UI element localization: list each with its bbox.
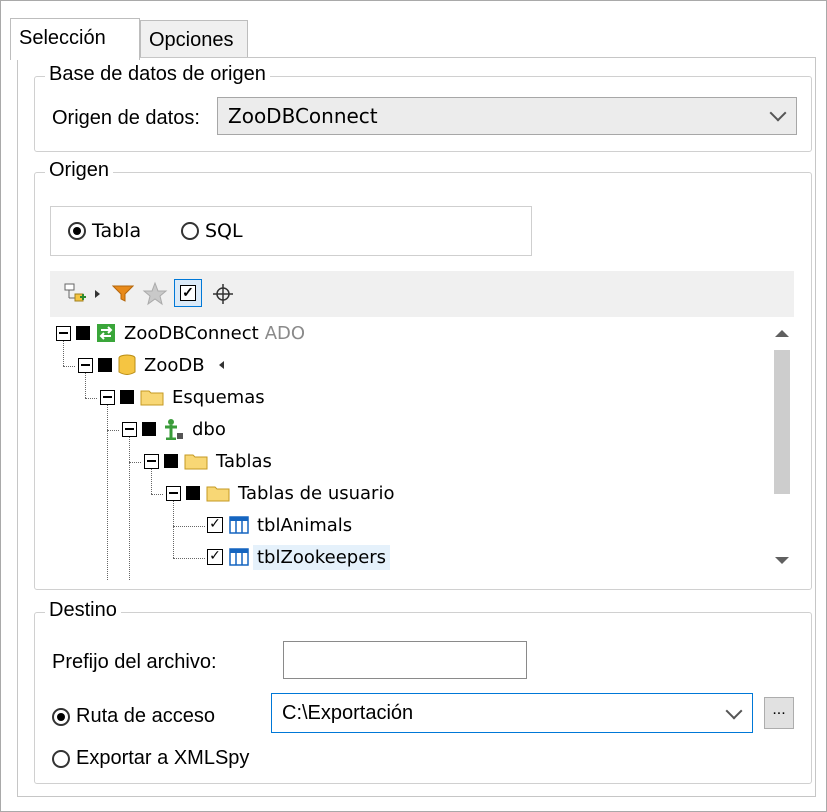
group-legend: Destino xyxy=(45,599,121,622)
connection-type-label: ADO xyxy=(264,322,306,344)
tree-node-label: ZooDBConnect xyxy=(124,322,259,344)
tree-scrollbar[interactable] xyxy=(770,318,794,580)
collapse-arrow-icon[interactable] xyxy=(217,360,225,370)
source-db-group: Base de datos de origen Origen de datos:… xyxy=(34,63,812,152)
browse-button[interactable]: ... xyxy=(764,697,794,729)
tree-node-tables[interactable]: Tablas xyxy=(144,446,272,476)
chevron-down-icon[interactable] xyxy=(725,702,743,720)
tab-label: Opciones xyxy=(149,29,234,51)
locate-icon[interactable] xyxy=(212,283,234,305)
origin-group: Origen Tabla SQL ✓ ZooDBConnect ADO ZooD… xyxy=(34,159,812,590)
tree-node-label: tblAnimals xyxy=(257,514,353,536)
tree-node-schemas[interactable]: Esquemas xyxy=(100,382,265,412)
radio-path[interactable]: Ruta de acceso xyxy=(52,705,215,728)
path-value: C:\Exportación xyxy=(282,702,414,724)
tree-node-table-animals[interactable]: ✓ tblAnimals xyxy=(207,510,352,540)
tree-node-label: Tablas de usuario xyxy=(238,482,395,504)
collapse-icon[interactable] xyxy=(56,325,71,341)
radio-label: Tabla xyxy=(92,220,142,242)
collapse-icon[interactable] xyxy=(166,485,181,501)
tree-node-label: tblZookeepers xyxy=(253,544,391,570)
tree-node-label: Esquemas xyxy=(172,386,265,408)
tree-node-connection[interactable]: ZooDBConnect ADO xyxy=(56,318,305,348)
data-source-value: ZooDBConnect xyxy=(228,104,378,128)
collapse-icon[interactable] xyxy=(122,421,137,437)
radio-unchecked-icon xyxy=(52,749,70,768)
partial-check-icon[interactable] xyxy=(186,486,200,500)
favorites-star-icon[interactable] xyxy=(142,281,168,307)
checked-only-toggle[interactable]: ✓ xyxy=(174,279,202,307)
checkbox-icon: ✓ xyxy=(180,285,196,301)
radio-tabla[interactable]: Tabla xyxy=(68,220,141,242)
file-prefix-label: Prefijo del archivo: xyxy=(52,651,217,673)
checkbox-icon[interactable]: ✓ xyxy=(207,517,223,533)
tree-node-database[interactable]: ZooDB xyxy=(78,350,225,380)
radio-checked-icon xyxy=(52,707,70,726)
file-prefix-input[interactable] xyxy=(283,641,527,679)
radio-label: Ruta de acceso xyxy=(76,705,215,727)
collapse-icon[interactable] xyxy=(100,389,115,405)
add-object-icon[interactable] xyxy=(64,283,88,305)
tree-toolbar: ✓ xyxy=(50,271,794,317)
source-type-box: Tabla SQL xyxy=(50,206,532,256)
radio-label: Exportar a XMLSpy xyxy=(76,747,250,769)
tab-strip: Selección Opciones xyxy=(10,10,815,60)
folder-icon xyxy=(206,486,230,502)
destination-group: Destino Prefijo del archivo: Ruta de acc… xyxy=(34,599,812,784)
partial-check-icon[interactable] xyxy=(142,422,156,436)
chevron-down-icon xyxy=(769,104,787,122)
checkbox-icon[interactable]: ✓ xyxy=(207,549,223,565)
tree-node-user-tables[interactable]: Tablas de usuario xyxy=(166,478,394,508)
table-icon xyxy=(229,516,249,534)
collapse-icon[interactable] xyxy=(78,357,93,373)
partial-check-icon[interactable] xyxy=(76,326,90,340)
connection-icon xyxy=(97,324,115,342)
data-source-dropdown[interactable]: ZooDBConnect xyxy=(217,97,797,135)
group-legend: Origen xyxy=(45,159,114,182)
tree-node-label: dbo xyxy=(192,418,226,440)
table-icon xyxy=(229,548,249,566)
data-source-label: Origen de datos: xyxy=(52,107,200,129)
partial-check-icon[interactable] xyxy=(120,390,134,404)
partial-check-icon[interactable] xyxy=(164,454,178,468)
path-combobox[interactable]: C:\Exportación xyxy=(271,693,753,733)
radio-checked-icon xyxy=(68,222,86,240)
folder-icon xyxy=(140,390,164,406)
schema-icon xyxy=(165,419,183,440)
tree-node-label: Tablas xyxy=(216,450,272,472)
object-tree: ZooDBConnect ADO ZooDB Esquemas dbo Tabl… xyxy=(50,318,794,580)
radio-export-xmlspy[interactable]: Exportar a XMLSpy xyxy=(52,747,249,770)
radio-sql[interactable]: SQL xyxy=(181,220,243,242)
group-legend: Base de datos de origen xyxy=(45,63,270,86)
collapse-icon[interactable] xyxy=(144,453,159,469)
radio-unchecked-icon xyxy=(181,222,199,240)
scroll-down-icon[interactable] xyxy=(774,556,790,566)
folder-icon xyxy=(184,454,208,470)
tree-node-label: ZooDB xyxy=(144,354,205,376)
browse-label: ... xyxy=(772,701,786,718)
expand-arrow-icon[interactable] xyxy=(94,289,102,299)
tree-node-schema-dbo[interactable]: dbo xyxy=(122,414,226,444)
tab-seleccion[interactable]: Selección xyxy=(10,18,140,60)
scroll-up-icon[interactable] xyxy=(774,328,790,338)
radio-label: SQL xyxy=(205,220,243,242)
tab-label: Selección xyxy=(19,27,106,49)
tree-node-table-zookeepers[interactable]: ✓ tblZookeepers xyxy=(207,542,391,572)
scroll-thumb[interactable] xyxy=(774,350,790,494)
filter-icon[interactable] xyxy=(112,284,134,302)
database-icon xyxy=(118,354,136,375)
partial-check-icon[interactable] xyxy=(98,358,112,372)
tab-opciones[interactable]: Opciones xyxy=(140,20,248,58)
